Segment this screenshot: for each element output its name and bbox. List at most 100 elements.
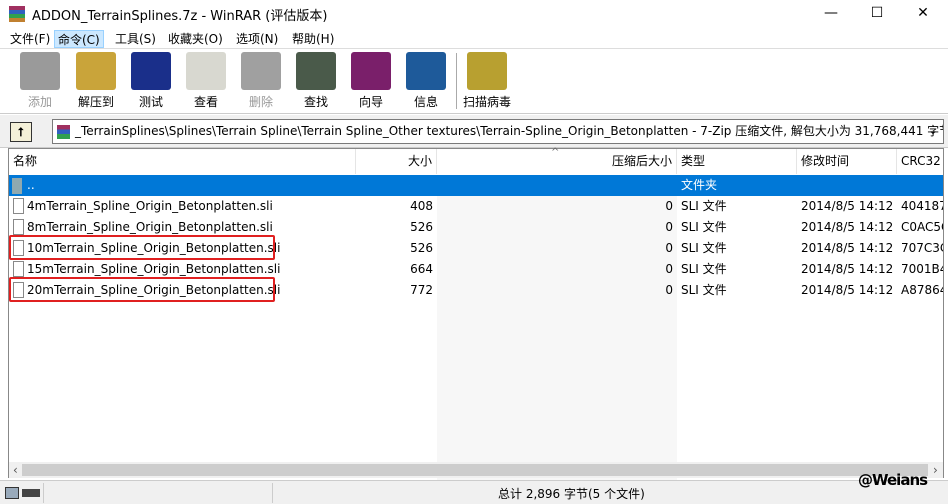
column-header-packed[interactable]: ^ 压缩后大小 [437, 147, 677, 174]
highlight-box [9, 277, 275, 302]
toolbar-label: 删除 [248, 95, 273, 109]
column-header-packed-label: 压缩后大小 [611, 154, 672, 168]
info-icon [406, 52, 446, 90]
archive-icon [57, 125, 70, 139]
toolbar-button-extract[interactable]: 解压到 [67, 52, 125, 110]
file-row[interactable]: .. 文件夹 [9, 175, 943, 196]
menu-commands[interactable]: 命令(C) [54, 30, 104, 48]
cell-name: .. [27, 178, 35, 192]
cell-modified: 2014/8/5 14:12 [801, 262, 894, 276]
scroll-right-icon[interactable]: › [933, 463, 938, 477]
status-total: 总计 2,896 字节(5 个文件) [498, 487, 645, 501]
toolbar-label: 信息 [413, 95, 438, 109]
cell-type: SLI 文件 [681, 199, 727, 213]
toolbar-button-info[interactable]: 信息 [397, 52, 455, 110]
toolbar-label: 查看 [193, 95, 218, 109]
view-icon [186, 52, 226, 90]
cell-type: SLI 文件 [681, 220, 727, 234]
folder-icon [12, 178, 22, 194]
cell-crc: 707C3C [901, 241, 943, 255]
toolbar-label: 扫描病毒 [462, 95, 511, 109]
cell-modified: 2014/8/5 14:12 [801, 199, 894, 213]
cell-size: 664 [410, 262, 433, 276]
toolbar-label: 测试 [138, 95, 163, 109]
cell-type: SLI 文件 [681, 241, 727, 255]
cell-name: 4mTerrain_Spline_Origin_Betonplatten.sli [27, 199, 273, 213]
scrollbar-thumb[interactable] [22, 464, 928, 476]
drive-icon [5, 487, 19, 499]
extract-icon [76, 52, 116, 90]
column-header-crc[interactable]: CRC32 [897, 149, 943, 174]
column-header-modified[interactable]: 修改时间 [797, 149, 897, 174]
toolbar-separator [456, 53, 457, 109]
cell-type: SLI 文件 [681, 262, 727, 276]
path-text: _TerrainSplines\Splines\Terrain Spline\T… [75, 124, 944, 138]
toolbar-button-view[interactable]: 查看 [177, 52, 235, 110]
highlight-box [9, 235, 275, 260]
toolbar-button-wizard[interactable]: 向导 [342, 52, 400, 110]
close-button[interactable]: ✕ [900, 0, 946, 28]
menu-options[interactable]: 选项(N) [233, 30, 281, 48]
file-row[interactable]: 4mTerrain_Spline_Origin_Betonplatten.sli… [9, 196, 943, 217]
file-list: 名称 大小 ^ 压缩后大小 类型 修改时间 CRC32 .. 文件夹 4mTerrai… [8, 147, 944, 480]
menu-favorites[interactable]: 收藏夹(O) [165, 30, 226, 48]
toolbar-button-find[interactable]: 查找 [287, 52, 345, 110]
column-header-size[interactable]: 大小 [356, 149, 437, 174]
menu-tools[interactable]: 工具(S) [112, 30, 159, 48]
status-bar: 总计 2,896 字节(5 个文件) @Weians [0, 471, 948, 504]
toolbar-label: 解压到 [77, 95, 114, 109]
status-divider [43, 483, 44, 503]
cell-size: 408 [410, 199, 433, 213]
scroll-left-icon[interactable]: ‹ [13, 463, 18, 477]
wizard-icon [351, 52, 391, 90]
cell-modified: 2014/8/5 14:12 [801, 241, 894, 255]
cell-size: 526 [410, 220, 433, 234]
up-folder-button[interactable]: ⭡ [10, 122, 32, 142]
winrar-logo-icon [9, 6, 25, 22]
toolbar-label: 添加 [27, 95, 52, 109]
toolbar-button-add[interactable]: 添加 [11, 52, 69, 110]
cell-crc: 404187 [901, 199, 943, 213]
cell-crc [897, 175, 943, 196]
cell-type: SLI 文件 [681, 283, 727, 297]
add-icon [20, 52, 60, 90]
minimize-button[interactable]: — [808, 0, 854, 28]
toolbar-button-delete[interactable]: 删除 [232, 52, 290, 110]
cell-size [356, 175, 437, 196]
address-bar: ⭡ _TerrainSplines\Splines\Terrain Spline… [0, 115, 948, 148]
menu-file[interactable]: 文件(F) [7, 30, 53, 48]
cell-crc: 7001B4 [901, 262, 943, 276]
find-icon [296, 52, 336, 90]
test-icon [131, 52, 171, 90]
delete-icon [241, 52, 281, 90]
path-field[interactable]: _TerrainSplines\Splines\Terrain Spline\T… [52, 119, 944, 144]
cell-packed: 0 [665, 283, 673, 297]
sort-arrow-icon: ^ [551, 147, 560, 158]
cell-crc: A87864 [901, 283, 943, 297]
menu-help[interactable]: 帮助(H) [289, 30, 337, 48]
cell-packed: 0 [665, 241, 673, 255]
virus-scan-icon [467, 52, 507, 90]
cell-packed: 0 [665, 199, 673, 213]
cell-packed: 0 [665, 220, 673, 234]
window-title: ADDON_TerrainSplines.7z - WinRAR (评估版本) [32, 9, 328, 24]
column-header-type[interactable]: 类型 [677, 149, 797, 174]
cell-type: 文件夹 [681, 178, 718, 192]
toolbar-button-test[interactable]: 测试 [122, 52, 180, 110]
status-divider [272, 483, 273, 503]
toolbar-button-virus-scan[interactable]: 扫描病毒 [458, 52, 516, 110]
cell-modified: 2014/8/5 14:12 [801, 283, 894, 297]
key-icon [22, 489, 40, 497]
cell-modified [797, 175, 897, 196]
maximize-button[interactable]: ☐ [854, 0, 900, 28]
cell-size: 526 [410, 241, 433, 255]
column-header-name[interactable]: 名称 [9, 149, 356, 174]
cell-size: 772 [410, 283, 433, 297]
cell-packed: 0 [665, 262, 673, 276]
toolbar-label: 向导 [358, 95, 383, 109]
path-dropdown-icon[interactable]: ⌄ [928, 123, 938, 137]
cell-packed [437, 175, 677, 196]
horizontal-scrollbar[interactable]: ‹ › [9, 462, 943, 478]
toolbar: 添加 解压到 测试 查看 删除 查找 向导 信息 扫描病毒 [0, 48, 948, 114]
cell-crc: C0AC5C [901, 220, 943, 234]
